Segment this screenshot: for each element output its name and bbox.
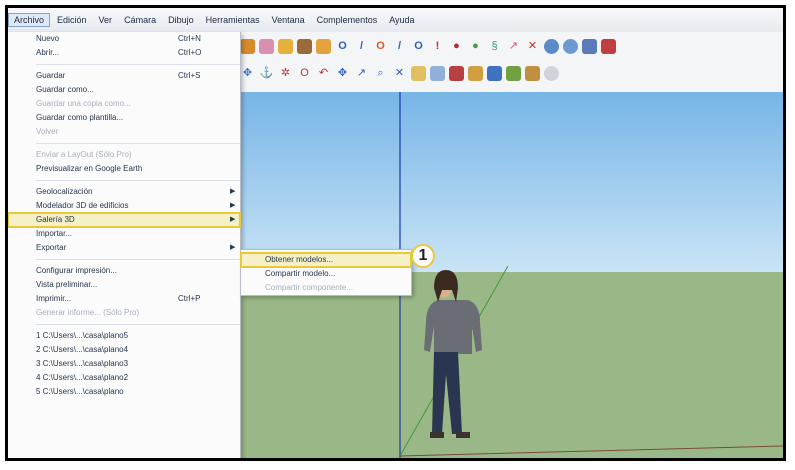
menu-item-label: Importar... xyxy=(36,229,73,238)
menu-item-vista-preliminar[interactable]: Vista preliminar... xyxy=(8,278,240,292)
menu-item-label: 4 C:\Users\...\casa\plano2 xyxy=(36,373,129,382)
menu-item-galeria-3d[interactable]: Galería 3D ▶ xyxy=(8,212,241,228)
submenu-arrow-icon: ▶ xyxy=(230,216,236,223)
menu-item-label: 2 C:\Users\...\casa\plano4 xyxy=(36,345,129,354)
recent-file-1[interactable]: 1 C:\Users\...\casa\plano5 xyxy=(8,329,240,343)
menu-item-label: Galería 3D xyxy=(36,215,75,224)
menu-item-label: Guardar una copia como... xyxy=(36,99,131,108)
menu-item-label: Guardar como plantilla... xyxy=(36,113,124,122)
menu-item-label: Generar informe... (Sólo Pro) xyxy=(36,308,140,317)
menu-item-label: 3 C:\Users\...\casa\plano3 xyxy=(36,359,129,368)
person-figure-icon xyxy=(424,270,482,438)
menu-item-label: Configurar impresión... xyxy=(36,266,117,275)
menu-item-label: Exportar xyxy=(36,243,67,252)
menu-item-imprimir[interactable]: Imprimir... Ctrl+P xyxy=(8,292,240,306)
menu-item-generar-informe: Generar informe... (Sólo Pro) xyxy=(8,306,240,320)
menu-item-abrir[interactable]: Abrir... Ctrl+O xyxy=(8,46,240,60)
menu-item-importar[interactable]: Importar... xyxy=(8,227,240,241)
menu-separator xyxy=(36,180,240,181)
menu-item-volver: Volver xyxy=(8,125,240,139)
menu-bar: Archivo Edición Ver Cámara Dibujo Herram… xyxy=(8,8,783,33)
shortcut-label: Ctrl+O xyxy=(178,48,202,57)
submenu-arrow-icon: ▶ xyxy=(230,188,236,195)
menu-camara[interactable]: Cámara xyxy=(119,14,161,26)
menu-item-label: Nuevo xyxy=(36,34,60,43)
menu-item-modelador-3d[interactable]: Modelador 3D de edificios ▶ xyxy=(8,199,240,213)
menu-item-geolocalizacion[interactable]: Geolocalización ▶ xyxy=(8,185,240,199)
menu-item-label: Geolocalización xyxy=(36,187,93,196)
menu-item-label: Previsualizar en Google Earth xyxy=(36,164,143,173)
menu-item-label: 1 C:\Users\...\casa\plano5 xyxy=(36,331,129,340)
menu-complementos[interactable]: Complementos xyxy=(312,14,383,26)
callout-badge: 1 xyxy=(411,244,435,268)
recent-file-2[interactable]: 2 C:\Users\...\casa\plano4 xyxy=(8,343,240,357)
menu-item-configurar-impresion[interactable]: Configurar impresión... xyxy=(8,264,240,278)
recent-file-3[interactable]: 3 C:\Users\...\casa\plano3 xyxy=(8,357,240,371)
red-axis-line xyxy=(399,445,783,457)
menu-item-label: Volver xyxy=(36,127,59,136)
submenu-arrow-icon: ▶ xyxy=(230,244,236,251)
menu-item-guardar-copia: Guardar una copia como... xyxy=(8,97,240,111)
recent-file-4[interactable]: 4 C:\Users\...\casa\plano2 xyxy=(8,371,240,385)
shortcut-label: Ctrl+N xyxy=(178,34,201,43)
menu-separator xyxy=(36,143,240,144)
menu-herramientas[interactable]: Herramientas xyxy=(201,14,265,26)
submenu-item-compartir-componente: Compartir componente... xyxy=(241,281,411,295)
shortcut-label: Ctrl+S xyxy=(178,71,201,80)
menu-item-label: Modelador 3D de edificios xyxy=(36,201,129,210)
menu-item-exportar[interactable]: Exportar ▶ xyxy=(8,241,240,255)
menu-edicion[interactable]: Edición xyxy=(52,14,92,26)
menu-archivo[interactable]: Archivo xyxy=(8,13,51,27)
menu-item-label: Compartir componente... xyxy=(265,283,354,292)
menu-item-label: Abrir... xyxy=(36,48,60,57)
menu-item-google-earth[interactable]: Previsualizar en Google Earth xyxy=(8,162,240,176)
shortcut-label: Ctrl+P xyxy=(178,294,201,303)
menu-item-guardar-plantilla[interactable]: Guardar como plantilla... xyxy=(8,111,240,125)
sketchup-window: Archivo Edición Ver Cámara Dibujo Herram… xyxy=(5,5,786,461)
menu-item-label: Obtener modelos... xyxy=(265,255,334,264)
menu-separator xyxy=(36,259,240,260)
galeria-3d-submenu: Obtener modelos... Compartir modelo... C… xyxy=(240,249,412,296)
menu-item-label: Compartir modelo... xyxy=(265,269,336,278)
submenu-arrow-icon: ▶ xyxy=(230,202,236,209)
menu-item-label: Guardar como... xyxy=(36,85,94,94)
menu-item-label: Imprimir... xyxy=(36,294,72,303)
submenu-item-obtener-modelos[interactable]: Obtener modelos... xyxy=(240,252,412,268)
menu-ver[interactable]: Ver xyxy=(94,14,118,26)
menu-item-label: Guardar xyxy=(36,71,66,80)
menu-item-nuevo[interactable]: Nuevo Ctrl+N xyxy=(8,32,240,46)
menu-item-enviar-layout: Enviar a LayOut (Sólo Pro) xyxy=(8,148,240,162)
menu-separator xyxy=(36,324,240,325)
menu-separator xyxy=(36,64,240,65)
file-menu-dropdown: Nuevo Ctrl+N Abrir... Ctrl+O Guardar Ctrl+S… xyxy=(8,32,241,458)
submenu-item-compartir-modelo[interactable]: Compartir modelo... xyxy=(241,267,411,281)
menu-item-guardar[interactable]: Guardar Ctrl+S xyxy=(8,69,240,83)
menu-ventana[interactable]: Ventana xyxy=(267,14,310,26)
menu-item-label: 5 C:\Users\...\casa\plano xyxy=(36,387,124,396)
recent-file-5[interactable]: 5 C:\Users\...\casa\plano xyxy=(8,385,240,399)
menu-dibujo[interactable]: Dibujo xyxy=(163,14,199,26)
menu-item-label: Vista preliminar... xyxy=(36,280,98,289)
menu-ayuda[interactable]: Ayuda xyxy=(384,14,419,26)
menu-item-label: Enviar a LayOut (Sólo Pro) xyxy=(36,150,132,159)
menu-item-guardar-como[interactable]: Guardar como... xyxy=(8,83,240,97)
